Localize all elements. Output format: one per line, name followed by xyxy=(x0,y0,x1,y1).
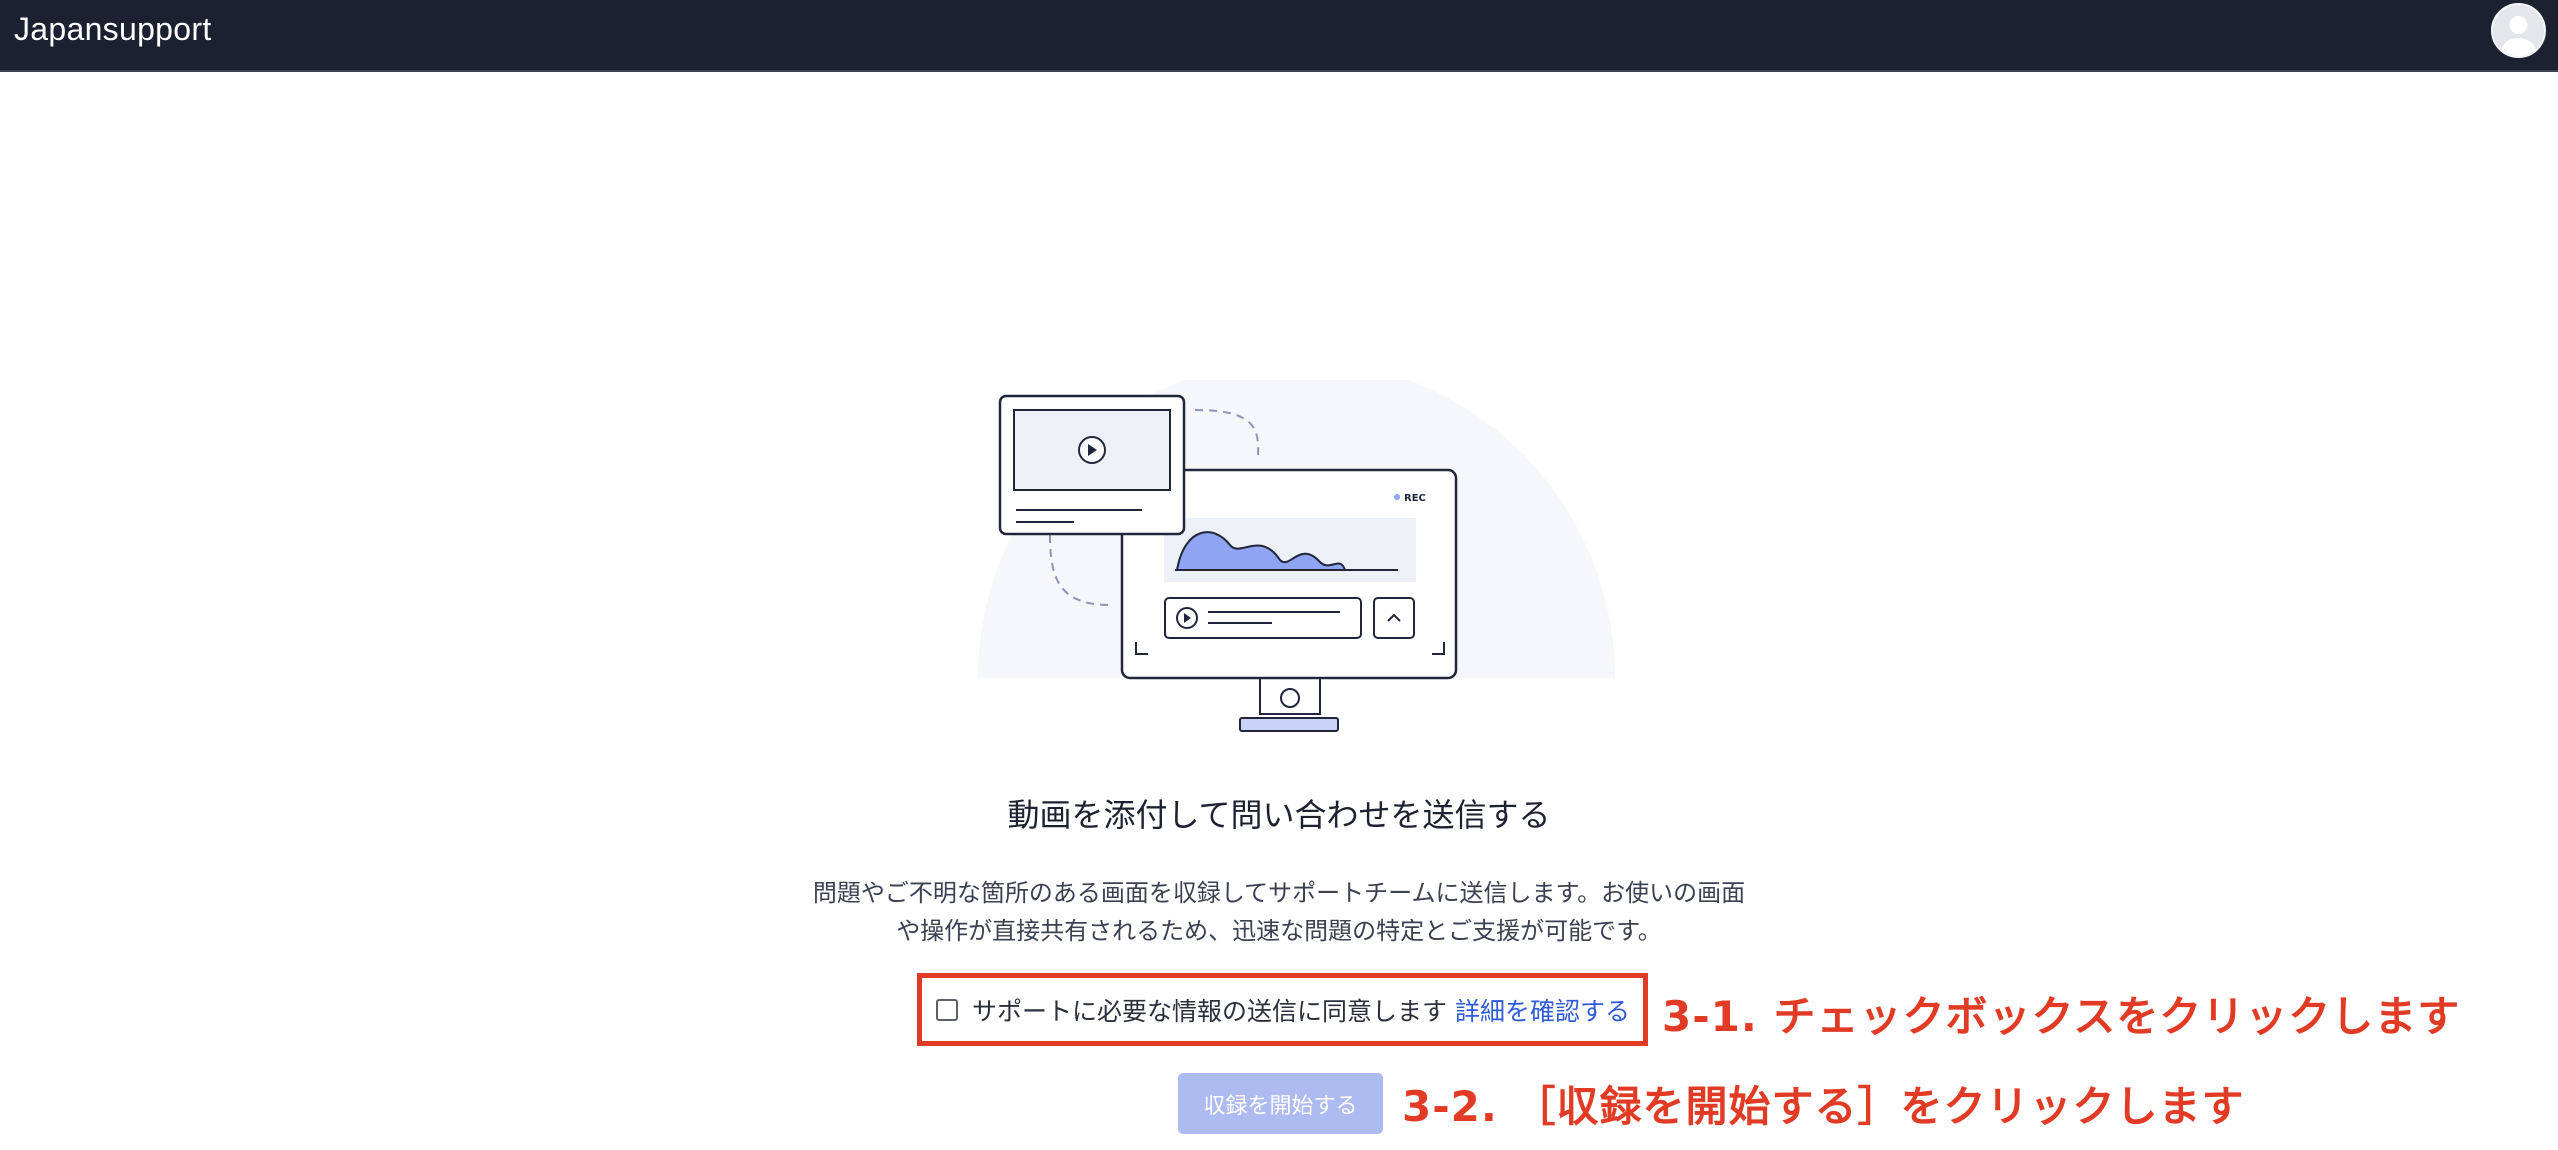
avatar-silhouette-icon xyxy=(2501,16,2536,56)
user-avatar-icon[interactable] xyxy=(2491,3,2546,58)
start-recording-button[interactable]: 収録を開始する xyxy=(1178,1073,1383,1134)
consent-row: サポートに必要な情報の送信に同意します 詳細を確認する xyxy=(936,990,1630,1030)
annotation-step-2: 3-2. ［収録を開始する］をクリックします xyxy=(1402,1082,2245,1131)
description-line-1: 問題やご不明な箇所のある画面を収録してサポートチームに送信します。お使いの画面 xyxy=(812,879,1746,907)
screen-recording-illustration: REC xyxy=(960,359,1620,750)
consent-label[interactable]: サポートに必要な情報の送信に同意します xyxy=(972,992,1447,1028)
page-title: 動画を添付して問い合わせを送信する xyxy=(1007,796,1551,834)
description: 問題やご不明な箇所のある画面を収録してサポートチームに送信します。お使いの画面 … xyxy=(779,874,1779,950)
description-line-2: や操作が直接共有されるため、迅速な問題の特定とご支援が可能です。 xyxy=(896,917,1662,945)
top-navbar: Japansupport xyxy=(0,0,2558,72)
consent-details-link[interactable]: 詳細を確認する xyxy=(1455,992,1630,1028)
app-brand[interactable]: Japansupport xyxy=(14,0,212,72)
annotation-step-1: 3-1. チェックボックスをクリックします xyxy=(1662,992,2461,1041)
consent-checkbox[interactable] xyxy=(936,999,958,1021)
rec-label: REC xyxy=(1404,493,1426,504)
